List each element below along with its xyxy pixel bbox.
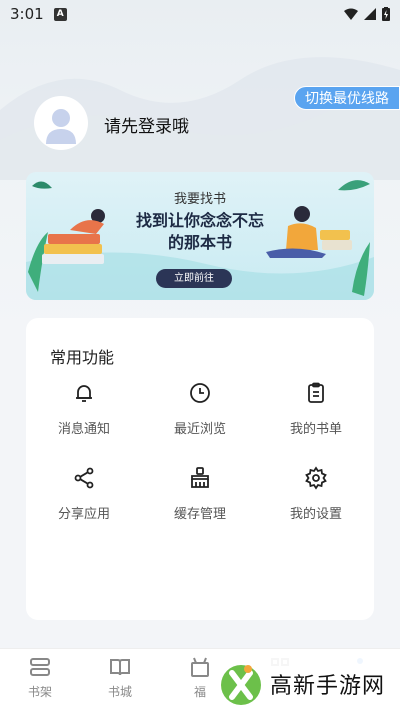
banner-headline: 找到让你念念不忘 的那本书 <box>26 210 374 254</box>
go-now-button[interactable]: 立即前往 <box>156 269 232 288</box>
banner-headline-line2: 的那本书 <box>167 233 232 252</box>
banner-title: 我要找书 <box>173 192 226 207</box>
my-booklist-label: 我的书单 <box>289 422 342 437</box>
nav-bookstore[interactable]: 书城 <box>80 649 160 712</box>
gift-icon <box>191 657 209 677</box>
nav-bookstore-label: 书城 <box>107 685 132 699</box>
notification-icon: A <box>53 7 67 21</box>
recent-browsing-label: 最近浏览 <box>173 422 226 437</box>
find-book-banner[interactable]: 我要找书 找到让你念念不忘 的那本书 立即前往 <box>26 172 374 300</box>
clock-icon <box>187 380 213 406</box>
bell-icon <box>71 380 97 406</box>
clipboard-icon <box>303 380 329 406</box>
cache-management-label: 缓存管理 <box>173 507 226 522</box>
wifi-icon <box>344 8 358 20</box>
gear-icon <box>303 465 329 491</box>
avatar[interactable] <box>34 96 88 150</box>
status-bar: 3:01 A <box>0 0 400 28</box>
bookshelf-icon <box>30 658 50 676</box>
my-settings-label: 我的设置 <box>289 507 342 522</box>
messages-button[interactable]: 消息通知 <box>26 380 142 437</box>
functions-title: 常用功能 <box>50 348 115 367</box>
switch-route-button[interactable]: 切换最优线路 <box>294 86 400 110</box>
watermark-logo-icon <box>221 665 261 705</box>
banner-headline-line1: 找到让你念念不忘 <box>135 211 264 230</box>
login-prompt[interactable]: 请先登录哦 <box>104 112 189 137</box>
functions-grid: 消息通知 最近浏览 我的书单 分享应用 缓存管理 我的设置 <box>26 380 374 522</box>
recent-browsing-button[interactable]: 最近浏览 <box>142 380 258 437</box>
signal-icon <box>364 8 376 20</box>
book-icon <box>110 659 130 676</box>
share-icon <box>71 465 97 491</box>
share-app-button[interactable]: 分享应用 <box>26 465 142 522</box>
share-app-label: 分享应用 <box>57 507 110 522</box>
watermark-text: 高新手游网 <box>270 674 386 699</box>
common-functions-card: 常用功能 消息通知 最近浏览 我的书单 分享应用 缓存管理 我的设置 <box>26 318 374 620</box>
nav-bookshelf-label: 书架 <box>27 685 52 699</box>
nav-bookshelf[interactable]: 书架 <box>0 649 80 712</box>
default-avatar-icon <box>46 109 76 144</box>
messages-label: 消息通知 <box>57 422 110 437</box>
battery-icon <box>382 7 390 21</box>
cache-management-button[interactable]: 缓存管理 <box>142 465 258 522</box>
watermark: 高新手游网 <box>218 656 400 712</box>
nav-welfare-label: 福 <box>193 685 206 699</box>
broom-icon <box>187 465 213 491</box>
my-settings-button[interactable]: 我的设置 <box>258 465 374 522</box>
status-time: 3:01 <box>10 5 44 23</box>
status-icons <box>344 7 390 21</box>
my-booklist-button[interactable]: 我的书单 <box>258 380 374 437</box>
